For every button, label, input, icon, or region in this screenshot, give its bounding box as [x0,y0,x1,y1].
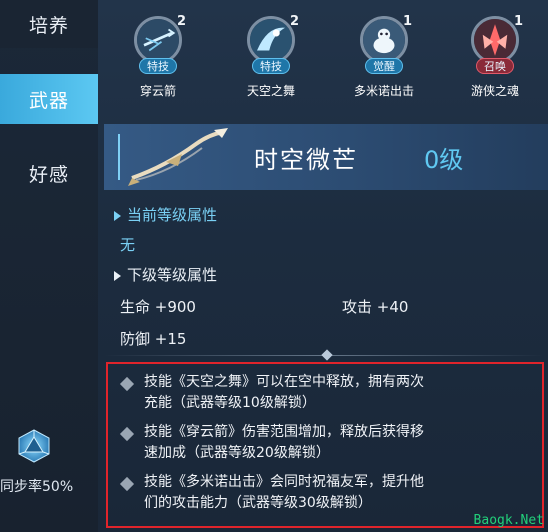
caret-right-icon [114,270,121,281]
perk-item: 技能《天空之舞》可以在空中释放，拥有两次 充能（武器等级10级解锁） [108,372,542,420]
skill-tag: 特技 [139,58,177,74]
perk-line: 充能（武器等级10级解锁） [144,395,316,411]
current-attributes-value: 无 [120,236,136,254]
weapon-level: 0级 [424,146,464,174]
diamond-bullet-icon [119,376,135,392]
skill-count: 1 [403,14,413,29]
current-attributes-title[interactable]: 当前等级属性 [114,204,217,225]
divider-ornament [321,349,333,361]
weapon-card: 时空微芒 0级 [104,124,548,190]
stat-hp: 生命 +900 [120,298,196,316]
tab-weapon[interactable]: 武器 [0,74,98,124]
tab-affection[interactable]: 好感 [0,148,98,198]
arrow-icon [134,16,182,64]
skill-name: 穿云箭 [139,84,176,98]
accent-bar [118,134,120,180]
diamond-bullet-icon [119,476,135,492]
skill-count: 2 [177,14,187,29]
perk-text: 技能《天空之舞》可以在空中释放，拥有两次 充能（武器等级10级解锁） [144,372,464,414]
skill-tag: 觉醒 [365,58,403,74]
perk-item: 技能《穿云箭》伤害范围增加，释放后获得移 速加成（武器等级20级解锁） [108,422,542,470]
skill-card[interactable]: 1 召唤 游侠之魂 [438,12,548,108]
skill-tag: 特技 [252,58,290,74]
next-attributes-title[interactable]: 下级等级属性 [114,264,217,285]
skill-card[interactable]: 2 特技 穿云箭 [101,12,211,108]
skill-name: 天空之舞 [246,84,295,98]
skill-card[interactable]: 2 特技 天空之舞 [214,12,324,108]
perk-text: 技能《多米诺出击》会同时祝福友军，提升他 们的攻击能力（武器等级30级解锁） [144,472,464,514]
soul-icon [471,16,519,64]
perk-line: 技能《穿云箭》伤害范围增加，释放后获得移 [144,424,424,440]
weapon-name: 时空微芒 [254,146,358,174]
watermark: Baogk.Net [473,513,544,528]
weapon-perks-box: 技能《天空之舞》可以在空中释放，拥有两次 充能（武器等级10级解锁） 技能《穿云… [106,362,544,528]
skill-count: 2 [290,14,300,29]
diamond-bullet-icon [119,426,135,442]
skill-list: 2 特技 穿云箭 2 特技 天空之舞 1 觉醒 多米诺出击 1 召唤 游侠之魂 [98,0,548,108]
bow-weapon-icon [128,128,228,186]
next-attributes-label: 下级等级属性 [127,266,218,284]
perk-line: 技能《天空之舞》可以在空中释放，拥有两次 [144,374,424,390]
skill-count: 1 [514,14,524,29]
skill-name: 多米诺出击 [353,84,414,98]
perk-line: 们的攻击能力（武器等级30级解锁） [144,495,372,511]
sync-rate-label: 同步率50% [0,479,74,495]
domino-icon [360,16,408,64]
skill-tag: 召唤 [476,58,514,74]
stat-attack: 攻击 +40 [342,298,409,316]
tab-training[interactable]: 培养 [0,0,98,48]
perk-text: 技能《穿云箭》伤害范围增加，释放后获得移 速加成（武器等级20级解锁） [144,422,464,464]
caret-right-icon [114,210,121,221]
skill-card[interactable]: 1 觉醒 多米诺出击 [327,12,437,108]
current-attributes-label: 当前等级属性 [127,206,218,224]
dance-icon [247,16,295,64]
d20-dice-icon [18,429,50,463]
perk-line: 速加成（武器等级20级解锁） [144,445,330,461]
skill-name: 游侠之魂 [470,84,519,98]
weapon-panel: 2 特技 穿云箭 2 特技 天空之舞 1 觉醒 多米诺出击 1 召唤 游侠之魂 … [98,0,548,532]
sidebar: 培养 武器 好感 同步率50% [0,0,98,532]
perk-line: 技能《多米诺出击》会同时祝福友军，提升他 [144,474,424,490]
stat-defense: 防御 +15 [120,330,187,348]
